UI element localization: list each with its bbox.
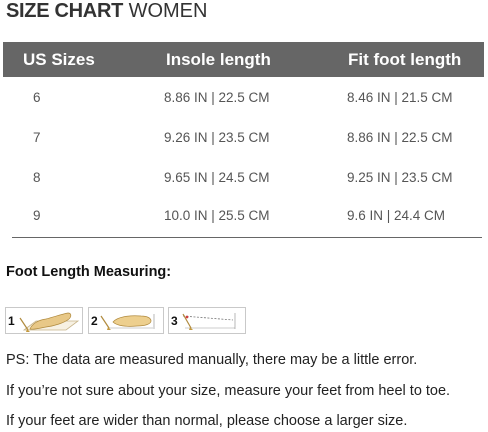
- measure-step-3: 3: [168, 307, 246, 334]
- table-bottom-rule: [12, 237, 482, 238]
- title-bold: SIZE CHART: [6, 0, 124, 22]
- cell-insole: 9.26 IN | 23.5 CM: [164, 130, 270, 145]
- cell-fit-foot: 9.25 IN | 23.5 CM: [347, 170, 453, 185]
- cell-size: 9: [33, 208, 41, 223]
- table-row: 9 10.0 IN | 25.5 CM 9.6 IN | 24.4 CM: [0, 208, 488, 228]
- table-row: 7 9.26 IN | 23.5 CM 8.86 IN | 22.5 CM: [0, 130, 488, 150]
- cell-size: 6: [33, 90, 41, 105]
- measuring-title: Foot Length Measuring:: [6, 264, 172, 280]
- note-measure-advice: If you’re not sure about your size, meas…: [6, 383, 451, 399]
- foot-on-paper-icon: [19, 312, 80, 332]
- header-insole-length: Insole length: [166, 50, 271, 69]
- note-wide-feet: If your feet are wider than normal, plea…: [6, 413, 408, 429]
- page-title: SIZE CHART WOMEN: [6, 0, 207, 22]
- table-row: 6 8.86 IN | 22.5 CM 8.46 IN | 21.5 CM: [0, 90, 488, 110]
- foot-outline-icon: [100, 314, 155, 330]
- title-suffix: WOMEN: [123, 0, 208, 22]
- measure-step-2: 2: [88, 307, 164, 334]
- cell-insole: 10.0 IN | 25.5 CM: [164, 208, 270, 223]
- cell-fit-foot: 8.86 IN | 22.5 CM: [347, 130, 453, 145]
- cell-fit-foot: 8.46 IN | 21.5 CM: [347, 90, 453, 105]
- header-fit-foot-length: Fit foot length: [348, 50, 462, 69]
- note-ps: PS: The data are measured manually, ther…: [6, 352, 418, 368]
- cell-size: 8: [33, 170, 41, 185]
- ruler-measure-icon: [182, 313, 236, 330]
- size-table-header: US Sizes Insole length Fit foot length: [3, 42, 484, 77]
- header-us-sizes: US Sizes: [23, 50, 95, 69]
- cell-size: 7: [33, 130, 41, 145]
- table-row: 8 9.65 IN | 24.5 CM 9.25 IN | 23.5 CM: [0, 170, 488, 190]
- cell-insole: 8.86 IN | 22.5 CM: [164, 90, 270, 105]
- cell-fit-foot: 9.6 IN | 24.4 CM: [347, 208, 446, 223]
- cell-insole: 9.65 IN | 24.5 CM: [164, 170, 270, 185]
- measure-step-1: 1: [5, 307, 83, 334]
